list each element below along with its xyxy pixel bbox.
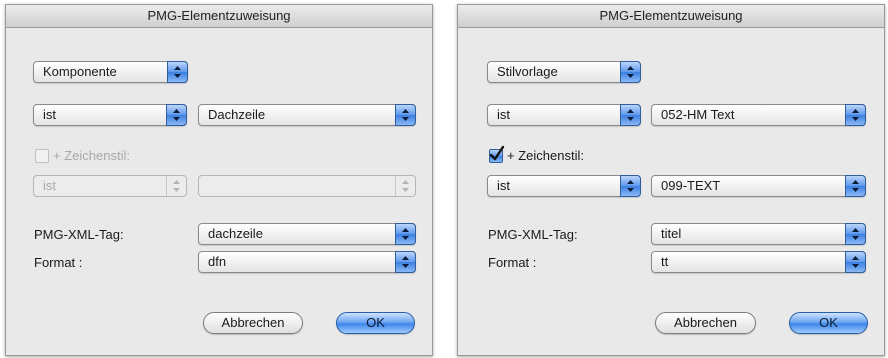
charstyle-operator-value: ist xyxy=(43,178,56,193)
xml-tag-value: dachzeile xyxy=(208,226,263,241)
type-select[interactable]: Komponente xyxy=(33,61,188,83)
format-select[interactable]: dfn xyxy=(198,251,416,273)
ok-button[interactable]: OK xyxy=(336,312,415,334)
condition-operator-value: ist xyxy=(497,107,510,122)
popup-arrows-icon xyxy=(395,223,416,245)
charstyle-value-select[interactable] xyxy=(198,175,416,197)
type-select[interactable]: Stilvorlage xyxy=(487,61,641,83)
xml-tag-label: PMG-XML-Tag: xyxy=(488,227,578,242)
popup-arrows-icon xyxy=(845,104,866,126)
dialog-title: PMG-Elementzuweisung xyxy=(458,5,884,28)
condition-operator-value: ist xyxy=(43,107,56,122)
popup-arrows-icon xyxy=(167,61,188,83)
dialog-right: PMG-Elementzuweisung Stilvorlage ist 052… xyxy=(457,4,885,356)
charstyle-operator-select[interactable]: ist xyxy=(487,175,641,197)
popup-arrows-icon xyxy=(395,251,416,273)
popup-arrows-icon xyxy=(166,104,187,126)
cancel-button[interactable]: Abbrechen xyxy=(655,312,756,334)
charstyle-value: 099-TEXT xyxy=(661,178,721,193)
charstyle-checkbox[interactable] xyxy=(489,145,505,163)
charstyle-operator-value: ist xyxy=(497,178,510,193)
checkmark-icon xyxy=(489,145,505,161)
popup-arrows-icon xyxy=(620,61,641,83)
format-value: dfn xyxy=(208,254,227,269)
cancel-button[interactable]: Abbrechen xyxy=(203,312,303,334)
charstyle-checkbox[interactable] xyxy=(35,149,49,163)
condition-value-select[interactable]: Dachzeile xyxy=(198,104,416,126)
type-select-value: Komponente xyxy=(43,64,117,79)
charstyle-operator-select[interactable]: ist xyxy=(33,175,187,197)
format-select[interactable]: tt xyxy=(651,251,866,273)
format-value: tt xyxy=(661,254,669,269)
condition-value: 052-HM Text xyxy=(661,107,735,122)
popup-arrows-icon xyxy=(395,104,416,126)
xml-tag-value: titel xyxy=(661,226,682,241)
xml-tag-select[interactable]: titel xyxy=(651,223,866,245)
format-label: Format : xyxy=(488,255,537,270)
popup-arrows-icon xyxy=(620,175,641,197)
popup-arrows-icon xyxy=(395,176,415,196)
charstyle-label: + Zeichenstil: xyxy=(53,148,130,163)
condition-value: Dachzeile xyxy=(208,107,266,122)
dialog-left: PMG-Elementzuweisung Komponente ist Dach… xyxy=(5,4,433,356)
xml-tag-select[interactable]: dachzeile xyxy=(198,223,416,245)
dialog-title: PMG-Elementzuweisung xyxy=(6,5,432,28)
charstyle-label: + Zeichenstil: xyxy=(507,148,584,163)
xml-tag-label: PMG-XML-Tag: xyxy=(34,227,124,242)
condition-operator-select[interactable]: ist xyxy=(33,104,187,126)
popup-arrows-icon xyxy=(620,104,641,126)
popup-arrows-icon xyxy=(166,176,186,196)
condition-value-select[interactable]: 052-HM Text xyxy=(651,104,866,126)
format-label: Format : xyxy=(34,255,83,270)
popup-arrows-icon xyxy=(845,223,866,245)
popup-arrows-icon xyxy=(845,251,866,273)
ok-button[interactable]: OK xyxy=(789,312,868,334)
type-select-value: Stilvorlage xyxy=(497,64,558,79)
charstyle-value-select[interactable]: 099-TEXT xyxy=(651,175,866,197)
condition-operator-select[interactable]: ist xyxy=(487,104,641,126)
popup-arrows-icon xyxy=(845,175,866,197)
